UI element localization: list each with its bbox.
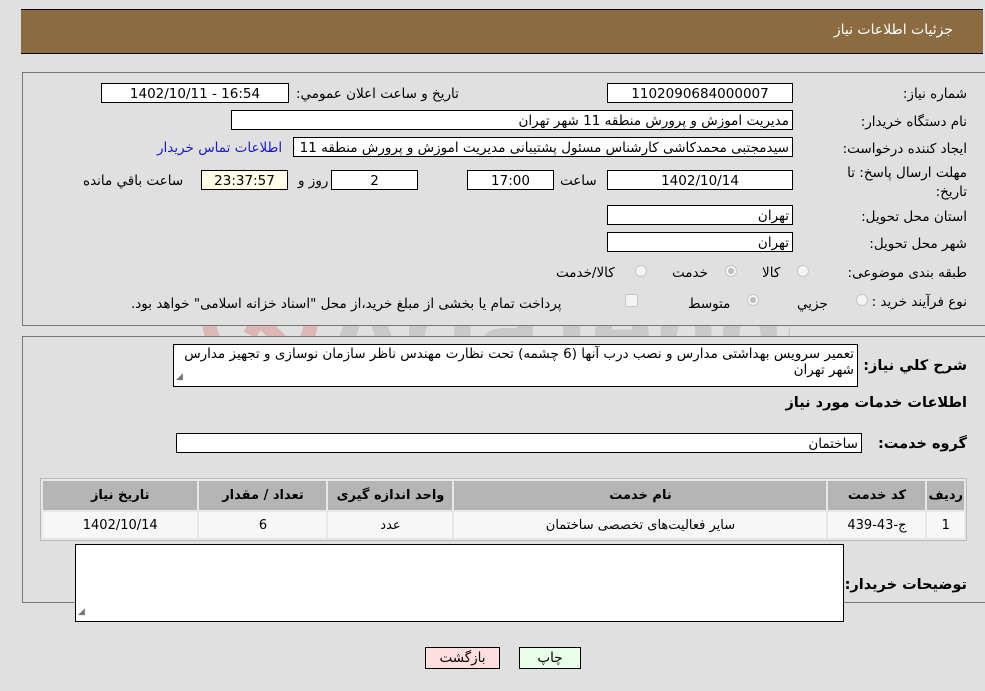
buyer-org-field[interactable]: مدیریت اموزش و پرورش منطقه 11 شهر تهران: [231, 110, 793, 130]
description-textarea[interactable]: تعمیر سرویس بهداشتی مدارس و نصب درب آنها…: [173, 344, 858, 387]
page-header: جزئیات اطلاعات نیاز: [21, 9, 983, 54]
buyer-notes-textarea[interactable]: ◢: [75, 544, 844, 622]
service-group-label: گروه خدمت:: [877, 436, 967, 452]
category-radio-goods[interactable]: [797, 265, 809, 277]
city-field[interactable]: تهران: [607, 232, 793, 252]
back-button[interactable]: بازگشت: [425, 647, 500, 669]
category-label: طبقه بندی موضوعی:: [847, 265, 967, 281]
requester-label: ایجاد کننده درخواست:: [842, 141, 967, 157]
treasury-checkbox[interactable]: [625, 294, 638, 307]
buyer-notes-label: توضیحات خریدار:: [844, 577, 967, 593]
services-section-title: اطلاعات خدمات مورد نیاز: [785, 395, 967, 411]
category-option-goods: کالا: [762, 265, 781, 281]
category-radio-service[interactable]: [725, 265, 737, 277]
resize-grip-icon[interactable]: ◢: [176, 369, 183, 385]
category-option-service: خدمت: [672, 265, 708, 281]
cell-row-number: 1: [927, 512, 964, 538]
services-table: ردیف کد خدمت نام خدمت واحد اندازه گیری ت…: [40, 478, 967, 541]
col-row-number: ردیف: [927, 481, 964, 510]
purchase-type-label: نوع فرآیند خرید :: [871, 294, 967, 310]
announce-datetime-label: تاريخ و ساعت اعلان عمومي:: [296, 86, 459, 102]
deadline-time-label: ساعت: [560, 173, 597, 189]
city-label: شهر محل تحویل:: [869, 236, 967, 252]
need-number-field[interactable]: 1102090684000007: [607, 83, 793, 103]
buyer-contact-link[interactable]: اطلاعات تماس خریدار: [157, 140, 282, 156]
col-unit: واحد اندازه گیری: [328, 481, 453, 510]
description-text: تعمیر سرویس بهداشتی مدارس و نصب درب آنها…: [184, 346, 854, 378]
print-button[interactable]: چاپ: [519, 647, 581, 669]
category-option-goods-service: کالا/خدمت: [556, 265, 615, 281]
table-header-row: ردیف کد خدمت نام خدمت واحد اندازه گیری ت…: [43, 481, 964, 510]
purchase-type-radio-minor[interactable]: [856, 294, 868, 306]
treasury-note: پرداخت تمام یا بخشی از مبلغ خرید،از محل …: [131, 296, 562, 312]
table-row: 1 ج-43-439 سایر فعالیت‌های تخصصی ساختمان…: [43, 512, 964, 538]
cell-service-name: سایر فعالیت‌های تخصصی ساختمان: [454, 512, 827, 538]
remaining-time-label: ساعت باقي مانده: [83, 173, 184, 189]
col-service-name: نام خدمت: [454, 481, 827, 510]
category-radio-goods-service[interactable]: [635, 265, 647, 277]
cell-service-code: ج-43-439: [828, 512, 926, 538]
announce-datetime-field[interactable]: 1402/10/11 - 16:54: [101, 83, 289, 103]
description-label: شرح كلي نياز:: [863, 358, 967, 374]
remaining-time-field: 23:37:57: [201, 170, 288, 190]
province-label: استان محل تحویل:: [861, 209, 967, 225]
buyer-org-label: نام دستگاه خریدار:: [860, 114, 967, 130]
col-need-date: تاریخ نیاز: [43, 481, 198, 510]
col-service-code: کد خدمت: [828, 481, 926, 510]
service-group-field[interactable]: ساختمان: [176, 433, 862, 453]
purchase-type-radio-medium[interactable]: [747, 294, 759, 306]
cell-quantity: 6: [199, 512, 327, 538]
remaining-days-field: 2: [331, 170, 418, 190]
purchase-type-option-minor: جزيي: [797, 296, 828, 312]
cell-need-date: 1402/10/14: [43, 512, 198, 538]
deadline-label: مهلت ارسال پاسخ: تا تاریخ:: [847, 165, 967, 200]
need-number-label: شماره نیاز:: [902, 86, 967, 102]
province-field[interactable]: تهران: [607, 205, 793, 225]
page-title: جزئیات اطلاعات نیاز: [833, 22, 953, 38]
col-quantity: تعداد / مقدار: [199, 481, 327, 510]
cell-unit: عدد: [328, 512, 453, 538]
days-label: روز و: [298, 173, 329, 189]
deadline-date-field[interactable]: 1402/10/14: [607, 170, 793, 190]
requester-field[interactable]: سیدمجتبی محمدکاشی کارشناس مسئول پشتیبانی…: [293, 137, 793, 157]
resize-grip-icon[interactable]: ◢: [78, 604, 85, 620]
deadline-time-field[interactable]: 17:00: [467, 170, 554, 190]
purchase-type-option-medium: متوسط: [688, 296, 731, 312]
